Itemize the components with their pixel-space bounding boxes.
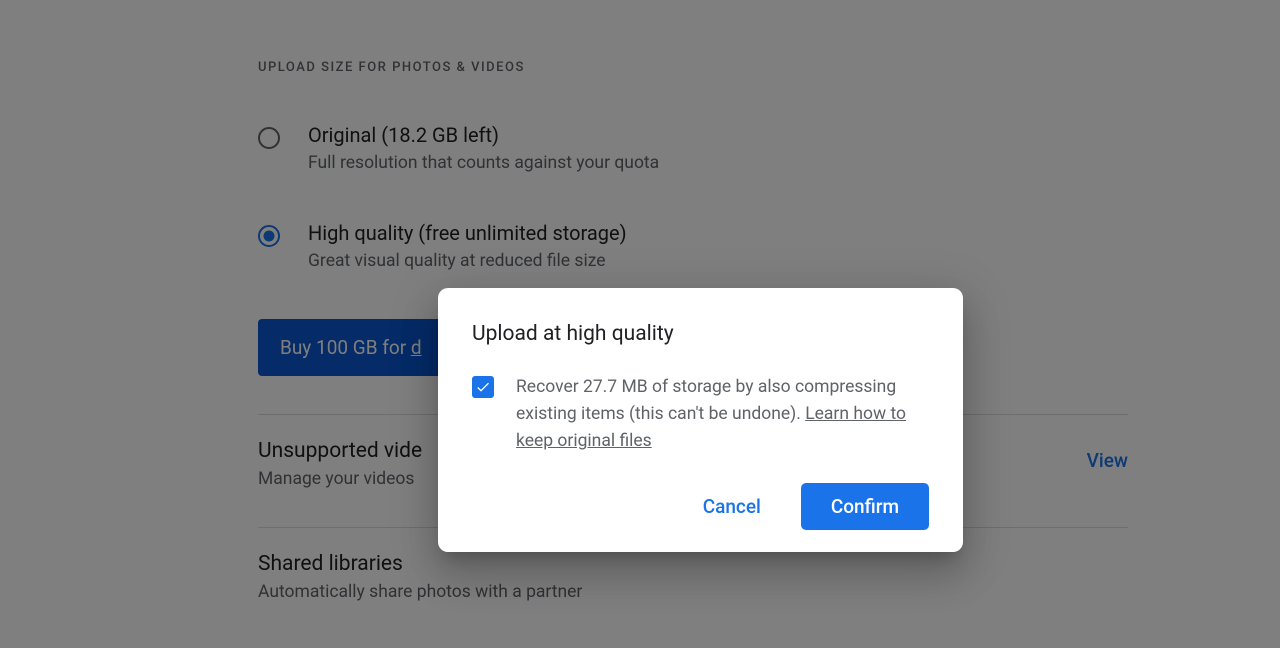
upload-quality-dialog: Upload at high quality Recover 27.7 MB o… [438, 288, 963, 552]
confirm-button[interactable]: Confirm [801, 483, 929, 530]
check-icon [475, 379, 491, 395]
dialog-body: Recover 27.7 MB of storage by also compr… [472, 374, 929, 455]
dialog-actions: Cancel Confirm [472, 483, 929, 530]
dialog-title: Upload at high quality [472, 322, 929, 346]
cancel-button[interactable]: Cancel [695, 485, 769, 528]
recover-storage-checkbox[interactable] [472, 376, 494, 398]
dialog-text: Recover 27.7 MB of storage by also compr… [516, 374, 929, 455]
